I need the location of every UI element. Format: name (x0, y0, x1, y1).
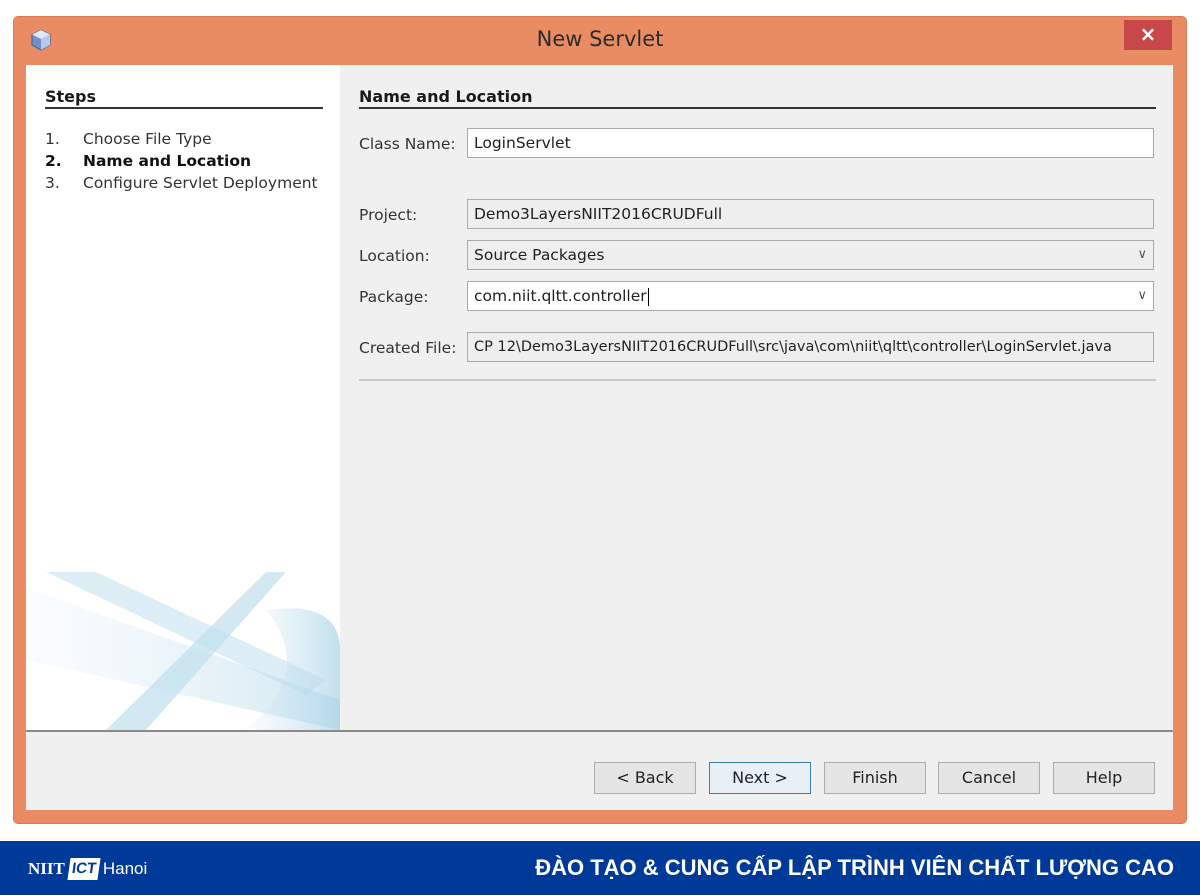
dialog-client: Steps 1. Choose File Type 2. Name and Loca… (26, 65, 1173, 810)
step-number: 2. (45, 152, 62, 170)
form-divider (359, 379, 1156, 381)
steps-list: 1. Choose File Type 2. Name and Location 3… (45, 128, 318, 194)
niit-ict-logo: NIIT ICT Hanoi (28, 858, 147, 880)
step-item: 1. Choose File Type (45, 128, 318, 150)
section-title: Name and Location (359, 87, 533, 106)
title-bar[interactable]: New Servlet × (14, 17, 1186, 65)
chevron-down-icon[interactable]: ∨ (1137, 282, 1147, 310)
package-value: com.niit.qltt.controller (474, 287, 647, 305)
step-item: 3. Configure Servlet Deployment (45, 172, 318, 194)
text-caret (647, 287, 649, 306)
promo-banner: NIIT ICT Hanoi ĐÀO TẠO & CUNG CẤP LẬP TR… (0, 841, 1200, 895)
step-number: 1. (45, 130, 60, 148)
banner-slogan: ĐÀO TẠO & CUNG CẤP LẬP TRÌNH VIÊN CHẤT L… (535, 855, 1174, 880)
project-field: Demo3LayersNIIT2016CRUDFull (467, 199, 1154, 229)
close-button[interactable]: × (1124, 20, 1172, 50)
location-value: Source Packages (474, 246, 605, 264)
window-title: New Servlet (536, 27, 664, 51)
step-number: 3. (45, 174, 60, 192)
help-button[interactable]: Help (1053, 762, 1155, 794)
chevron-down-icon[interactable]: ∨ (1137, 241, 1147, 269)
steps-pane: Steps 1. Choose File Type 2. Name and Loca… (26, 65, 340, 730)
package-label: Package: (359, 288, 429, 306)
steps-divider (45, 107, 323, 109)
dialog-window: New Servlet × Steps 1. Choose File Type 2… (14, 17, 1186, 823)
back-button[interactable]: < Back (594, 762, 696, 794)
name-location-panel: Name and Location Class Name: LoginServl… (340, 65, 1173, 730)
cancel-button[interactable]: Cancel (938, 762, 1040, 794)
section-divider (359, 107, 1156, 109)
next-button[interactable]: Next > (709, 762, 811, 794)
created-file-value: CP 12\Demo3LayersNIIT2016CRUDFull\src\ja… (474, 339, 1112, 355)
step-item-active: 2. Name and Location (45, 150, 318, 172)
package-combobox[interactable]: com.niit.qltt.controller ∨ (467, 281, 1154, 311)
location-dropdown[interactable]: Source Packages ∨ (467, 240, 1154, 270)
logo-ict-mark: ICT (67, 858, 101, 880)
project-label: Project: (359, 206, 418, 224)
step-label: Choose File Type (83, 130, 212, 148)
logo-hanoi-text: Hanoi (102, 859, 148, 878)
logo-niit-text: NIIT (28, 859, 65, 878)
created-file-label: Created File: (359, 339, 457, 357)
step-label: Configure Servlet Deployment (83, 174, 318, 192)
location-label: Location: (359, 247, 430, 265)
class-name-label: Class Name: (359, 135, 456, 153)
finish-button[interactable]: Finish (824, 762, 926, 794)
wizard-watermark-graphic (26, 572, 340, 730)
steps-title: Steps (45, 87, 96, 106)
footer-separator (26, 730, 1173, 732)
class-name-input[interactable]: LoginServlet (467, 128, 1154, 158)
created-file-field: CP 12\Demo3LayersNIIT2016CRUDFull\src\ja… (467, 332, 1154, 362)
step-label: Name and Location (83, 152, 252, 170)
